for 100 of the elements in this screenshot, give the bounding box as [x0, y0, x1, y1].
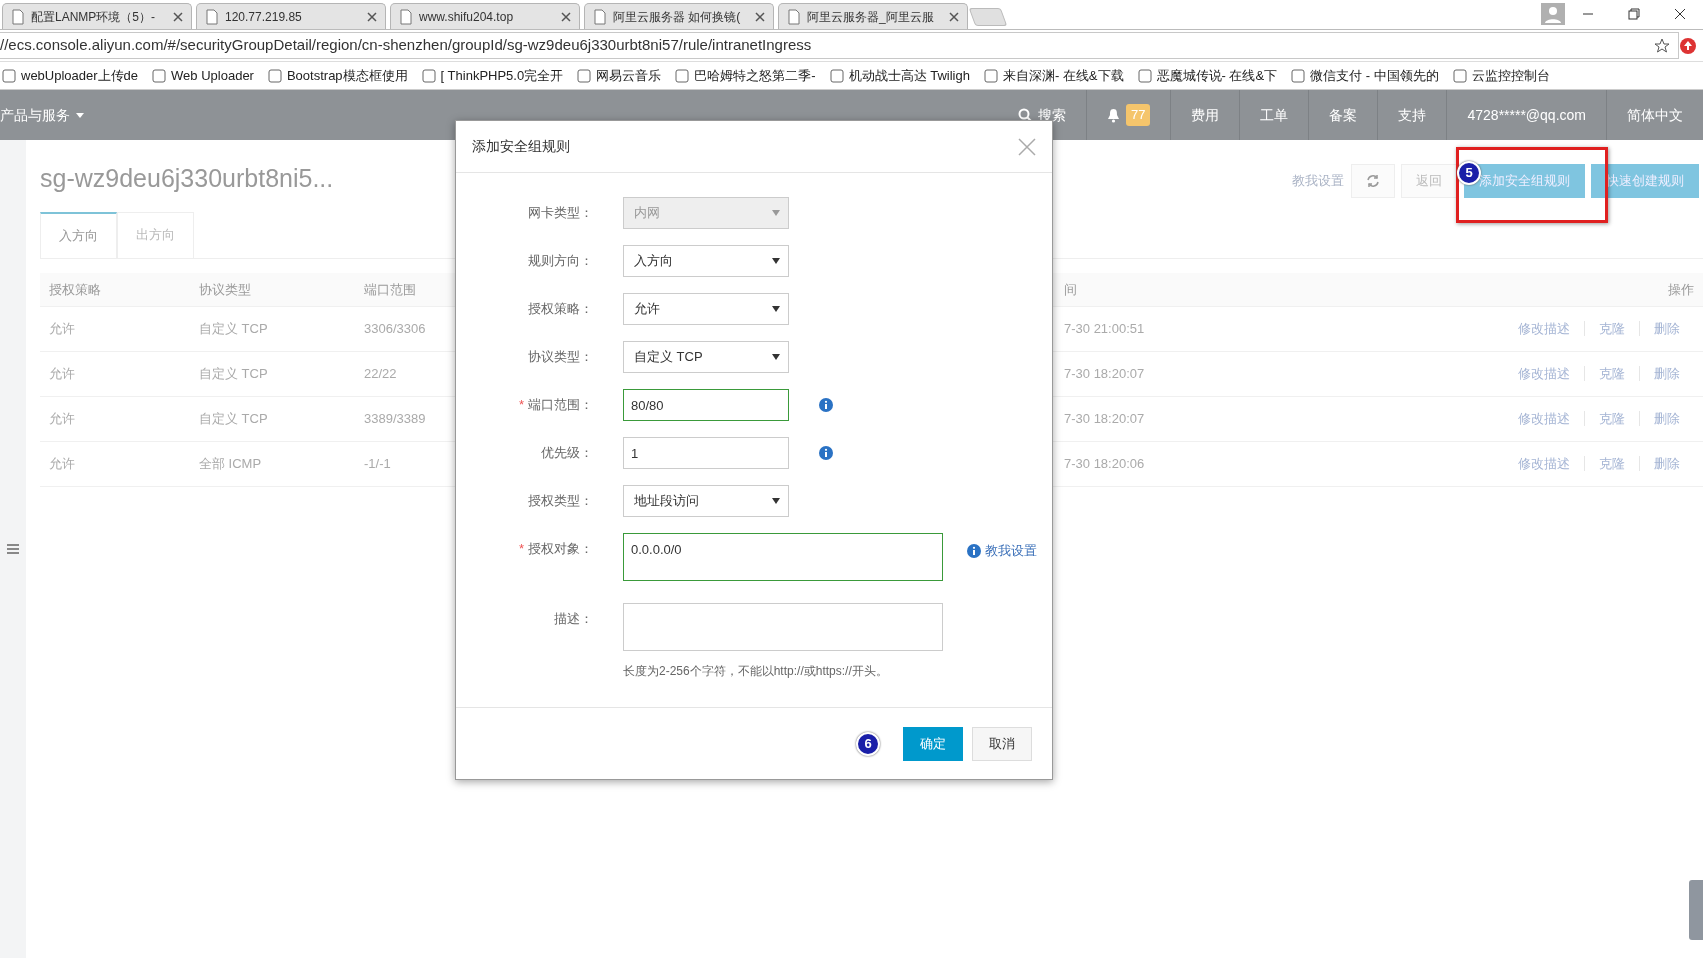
caret-icon — [772, 354, 780, 360]
input-field[interactable]: 1 — [623, 437, 789, 469]
dialog-title: 添加安全组规则 — [472, 137, 570, 156]
tab-title: 配置LANMP环境（5）- — [31, 8, 156, 26]
direction-tab[interactable]: 出方向 — [117, 212, 194, 258]
nav-link[interactable]: 备案 — [1308, 90, 1378, 140]
favicon-icon — [829, 68, 844, 83]
select-field[interactable]: 允许 — [623, 293, 789, 325]
row-action-link[interactable]: 克隆 — [1584, 321, 1639, 337]
close-icon[interactable] — [173, 11, 183, 22]
close-icon[interactable] — [1674, 8, 1686, 20]
address-bar[interactable]: //ecs.console.aliyun.com/#/securityGroupDetail/region/cn-shenzhen/groupId/sg-wz9deu6j330urbt8ni57/rule/intranetIngress — [0, 32, 1679, 59]
row-action-link[interactable]: 删除 — [1639, 411, 1694, 427]
column-header: 操作 — [1262, 272, 1703, 307]
back-button[interactable]: 返回 — [1401, 164, 1457, 198]
table-cell: 7-30 21:00:51 — [1055, 306, 1263, 352]
select-field[interactable]: 自定义 TCP — [623, 341, 789, 373]
page-icon — [205, 8, 219, 25]
table-cell: 自定义 TCP — [190, 351, 355, 397]
bookmark[interactable]: webUploader上传de — [2, 65, 139, 86]
caret-icon — [76, 112, 84, 118]
field-label: 协议类型： — [528, 349, 593, 364]
star-icon[interactable] — [1654, 37, 1670, 54]
bookmark-label: Web Uploader — [171, 66, 254, 85]
nav-link[interactable]: 支持 — [1377, 90, 1447, 140]
nav-link[interactable]: 工单 — [1239, 90, 1309, 140]
bookmark-label: [ ThinkPHP5.0完全开 — [440, 66, 564, 85]
cancel-button[interactable]: 取消 — [972, 726, 1032, 761]
bookmark-label: 微信支付 - 中国领先的 — [1310, 66, 1439, 85]
favicon-icon — [675, 68, 690, 83]
caret-icon — [772, 306, 780, 312]
field-label: 网卡类型： — [528, 205, 593, 220]
required-mark: * — [518, 397, 524, 412]
bookmark[interactable]: 微信支付 - 中国领先的 — [1291, 65, 1439, 86]
bookmark-label: 巴哈姆特之怒第二季- — [694, 66, 816, 85]
account-menu[interactable]: 4728*****@qq.com — [1446, 90, 1606, 140]
text-area[interactable]: 0.0.0.0/0 — [623, 533, 943, 581]
language-menu[interactable]: 简体中文 — [1606, 90, 1703, 140]
bookmark[interactable]: 巴哈姆特之怒第二季- — [675, 65, 816, 86]
browser-tab[interactable]: 阿里云服务器_阿里云服 — [778, 3, 968, 29]
bookmark-label: webUploader上传de — [21, 66, 139, 85]
bookmark-label: 机动战士高达 Twiligh — [848, 66, 970, 85]
bookmark[interactable]: 机动战士高达 Twiligh — [829, 65, 970, 86]
page-icon — [11, 8, 25, 25]
page-icon — [787, 8, 801, 25]
close-icon[interactable] — [367, 11, 377, 22]
row-action-link[interactable]: 修改描述 — [1504, 366, 1584, 382]
close-icon[interactable] — [561, 11, 571, 22]
column-header: 协议类型 — [190, 272, 355, 307]
favicon-icon — [983, 68, 998, 83]
row-action-link[interactable]: 删除 — [1639, 321, 1694, 337]
page-title: sg-wz9deu6j330urbt8ni5... — [40, 163, 334, 194]
select-field[interactable]: 地址段访问 — [623, 485, 789, 517]
bell-icon — [1107, 107, 1120, 123]
row-action-link[interactable]: 修改描述 — [1504, 456, 1584, 472]
browser-tab[interactable]: 120.77.219.85 — [196, 3, 386, 29]
bookmark[interactable]: 恶魔城传说- 在线&下 — [1137, 65, 1278, 86]
help-link[interactable]: 教我设置 — [1292, 171, 1344, 191]
browser-tab[interactable]: 阿里云服务器 如何换镜( — [584, 3, 774, 29]
bookmark[interactable]: [ ThinkPHP5.0完全开 — [421, 65, 564, 86]
input-field[interactable]: 80/80 — [623, 389, 789, 421]
close-icon[interactable] — [755, 11, 765, 22]
extension-icon[interactable] — [1679, 36, 1697, 55]
row-action-link[interactable]: 克隆 — [1584, 411, 1639, 427]
page-icon — [399, 8, 413, 25]
bookmark[interactable]: Bootstrap模态框使用 — [267, 65, 408, 86]
row-action-link[interactable]: 修改描述 — [1504, 411, 1584, 427]
bookmark[interactable]: 网易云音乐 — [577, 65, 662, 86]
column-header: 授权策略 — [40, 272, 190, 307]
select-field[interactable]: 入方向 — [623, 245, 789, 277]
field-label: 端口范围： — [528, 397, 593, 412]
bookmark[interactable]: 云监控控制台 — [1452, 65, 1550, 86]
row-action-link[interactable]: 克隆 — [1584, 456, 1639, 472]
help-link[interactable]: 教我设置 — [985, 541, 1037, 561]
favicon-icon — [577, 68, 592, 83]
row-action-link[interactable]: 删除 — [1639, 366, 1694, 382]
browser-tab[interactable]: www.shifu204.top — [390, 3, 580, 29]
row-action-link[interactable]: 删除 — [1639, 456, 1694, 472]
row-action-link[interactable]: 克隆 — [1584, 366, 1639, 382]
refresh-icon — [1365, 174, 1380, 188]
table-cell: 允许 — [40, 306, 190, 352]
restore-icon[interactable] — [1628, 8, 1640, 20]
menu-label: 产品与服务 — [0, 105, 70, 125]
direction-tab[interactable]: 入方向 — [40, 212, 117, 258]
bookmark[interactable]: Web Uploader — [152, 65, 254, 86]
bookmark[interactable]: 来自深渊- 在线&下载 — [983, 65, 1124, 86]
row-action-link[interactable]: 修改描述 — [1504, 321, 1584, 337]
favicon-icon — [152, 68, 167, 83]
browser-tab[interactable]: 配置LANMP环境（5）- — [2, 3, 192, 29]
menu-icon[interactable] — [7, 543, 19, 555]
bookmark-label: 云监控控制台 — [1471, 66, 1550, 85]
caret-icon — [772, 498, 780, 504]
tab-title: 120.77.219.85 — [225, 8, 303, 26]
step-badge: 6 — [856, 731, 880, 756]
products-menu[interactable]: 产品与服务 — [0, 90, 104, 140]
field-label: 授权类型： — [528, 493, 593, 508]
table-cell: 允许 — [40, 396, 190, 442]
confirm-button[interactable]: 确定 — [903, 726, 963, 761]
nav-link[interactable]: 费用 — [1170, 90, 1240, 140]
close-icon[interactable] — [949, 11, 959, 22]
